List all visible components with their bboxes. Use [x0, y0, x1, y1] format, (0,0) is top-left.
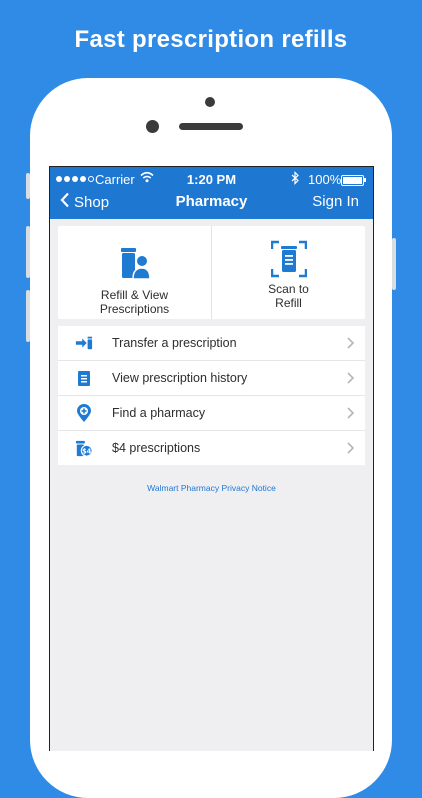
- refill-view-label-line1: Refill & View: [100, 288, 169, 302]
- location-pin-icon: [75, 403, 93, 422]
- mute-switch: [26, 173, 30, 199]
- list-item-label: Transfer a prescription: [112, 336, 237, 350]
- navigation-bar: Shop Pharmacy Sign In: [50, 192, 373, 214]
- privacy-notice-link[interactable]: Walmart Pharmacy Privacy Notice: [50, 483, 373, 493]
- list-item-transfer[interactable]: Transfer a prescription: [58, 326, 365, 361]
- battery-tip: [364, 178, 366, 182]
- action-tiles: Refill & View Prescriptions Scan to Refi…: [58, 226, 365, 319]
- chevron-right-icon: [347, 337, 355, 352]
- pharmacy-menu-list: Transfer a prescription View prescriptio…: [58, 326, 365, 465]
- chevron-right-icon: [347, 372, 355, 387]
- top-bar: Carrier 1:20 PM 100% Shop Pharmacy Sign …: [50, 167, 373, 219]
- power-button: [392, 238, 396, 290]
- scan-refill-label-line1: Scan to: [268, 282, 309, 296]
- refill-view-label-line2: Prescriptions: [99, 302, 170, 316]
- scan-refill-label-line2: Refill: [275, 296, 302, 310]
- document-icon: [75, 369, 93, 387]
- list-item-label: $4 prescriptions: [112, 441, 201, 455]
- battery-icon: [341, 175, 364, 186]
- list-item-find-pharmacy[interactable]: Find a pharmacy: [58, 396, 365, 431]
- status-bar: Carrier 1:20 PM 100%: [50, 171, 373, 188]
- bluetooth-icon: [291, 171, 300, 188]
- list-item-history[interactable]: View prescription history: [58, 361, 365, 396]
- headline: Fast prescription refills: [74, 26, 348, 53]
- transfer-icon: [75, 334, 93, 352]
- earpiece-speaker: [179, 123, 243, 130]
- chevron-right-icon: [347, 407, 355, 422]
- chevron-right-icon: [347, 442, 355, 457]
- list-item-four-dollar[interactable]: $4 $4 prescriptions: [58, 431, 365, 465]
- refill-view-tile[interactable]: Refill & View Prescriptions: [58, 226, 211, 319]
- list-item-label: View prescription history: [112, 371, 248, 385]
- pill-bottle-user-icon: [58, 246, 211, 280]
- list-item-label: Find a pharmacy: [112, 406, 206, 420]
- sign-in-button[interactable]: Sign In: [312, 193, 359, 210]
- scan-icon: [212, 240, 365, 278]
- app-screen: Carrier 1:20 PM 100% Shop Pharmacy Sign …: [49, 166, 374, 751]
- proximity-sensor: [146, 120, 159, 133]
- battery-percent: 100%: [308, 172, 342, 187]
- svg-text:$4: $4: [82, 447, 92, 455]
- front-camera: [205, 97, 215, 107]
- scan-refill-tile[interactable]: Scan to Refill: [211, 226, 365, 319]
- bottle-four-dollar-icon: $4: [75, 439, 93, 457]
- volume-up-button: [26, 226, 30, 278]
- volume-down-button: [26, 290, 30, 342]
